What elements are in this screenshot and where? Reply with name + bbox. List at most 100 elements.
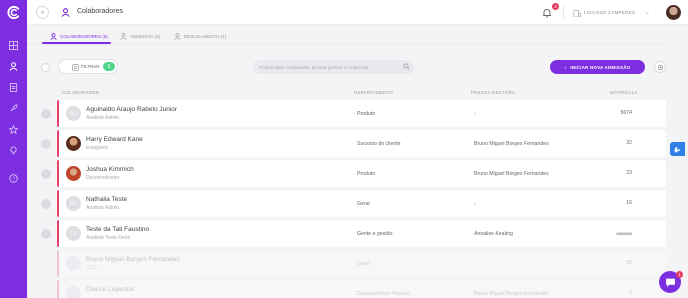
people-icon[interactable] [8,61,19,72]
registration: 8888888 [616,231,632,236]
brand-logo-icon[interactable] [6,5,21,20]
department: Produto [357,171,376,177]
search-input[interactable]: Procure pelo colaborador, pessoa gestora… [253,60,414,74]
chat-badge: 1 [676,271,683,278]
row-checkbox[interactable] [41,229,51,239]
department: Gente e gestão [357,231,393,237]
help-icon[interactable]: ? [8,173,19,184]
registration: 35 [626,260,632,266]
collaborator-role: CEO [86,265,97,271]
manager: Bruno Miguel Borges Fernandes [474,141,549,147]
sidebar: ? [0,0,27,298]
table-row[interactable]: AJ Aguinaldo Araujo Rabelo Junior Analis… [57,100,666,127]
top-bar: » Colaboradores 3 LIGA DOS CAMPEÕES ⌄ [27,0,688,25]
user-avatar[interactable] [666,5,681,20]
department: Produto [357,111,376,117]
filter-count-badge: 5 [103,62,115,71]
accessibility-button[interactable] [670,142,685,156]
building-icon [573,10,581,17]
search-placeholder: Procure pelo colaborador, pessoa gestora… [259,64,369,70]
registration: 5674 [620,110,632,116]
table-row[interactable]: TF Teste da Tati Faustino Analista Teste… [57,220,666,247]
registration: 16 [626,200,632,206]
people-icon [61,8,70,17]
divider [563,6,564,19]
chevron-right-icon: › [564,64,567,70]
column-header-pessoa-gestora[interactable]: PESSOA GESTORA [471,90,515,95]
registration: 5 [629,290,632,296]
manager: Bruno Miguel Borges Fernandes [474,171,549,177]
row-checkbox[interactable] [41,109,51,119]
page-title: Colaboradores [77,8,123,15]
manager: - [474,201,476,207]
people-icon [50,33,57,40]
collapse-sidebar-button[interactable]: » [36,6,49,19]
tab-label: COLABORADORES (5) [60,34,108,39]
row-checkbox[interactable] [41,169,51,179]
column-header-departamento[interactable]: DEPARTAMENTO [354,90,393,95]
collaborator-role: Estagiario [86,145,109,151]
collaborator-name: Clarice Lispector [86,286,135,293]
department: Geral [357,261,370,267]
collaborator-name: Nathalia Teste [86,196,128,203]
department: Geral [357,201,370,207]
avatar [66,166,81,181]
collaborator-name: Joshua Kimmich [86,166,134,173]
table-row[interactable]: Joshua Kimmich Desenvolvedor Produto Bru… [57,160,666,187]
filter-icon [72,64,79,71]
table-row[interactable]: Harry Edward Kane Estagiario Sucesso do … [57,130,666,157]
new-admission-button[interactable]: › INICIAR NOVA ADMISSÃO [550,60,645,74]
company-selector[interactable]: LIGA DOS CAMPEÕES [584,10,635,15]
select-all-checkbox[interactable] [41,63,50,72]
rocket-icon[interactable] [8,103,19,114]
collaborator-name: Bruno Miguel Borges Fernandes [86,256,180,263]
bell-icon[interactable] [541,7,553,19]
table-row[interactable]: Clarice Lispector Departamento Pessoal B… [57,280,666,298]
avatar: AJ [66,106,81,121]
department: Departamento Pessoal [357,291,410,297]
lightbulb-icon[interactable] [8,145,19,156]
search-icon[interactable] [403,63,410,70]
collaborator-name: Harry Edward Kane [86,136,143,143]
document-icon[interactable] [8,82,19,93]
avatar: TF [66,226,81,241]
collaborator-role: Analista Admin. [86,205,121,211]
new-admission-label: INICIAR NOVA ADMISSÃO [570,64,631,70]
people-icon [120,33,127,40]
tab-desligamento[interactable]: DESLIGAMENTO (1) [174,29,226,44]
registration: 32 [626,140,632,146]
avatar [66,136,81,151]
filter-label: FILTRAR [81,64,100,69]
collaborator-name: Teste da Tati Faustino [86,226,150,233]
collaborator-name: Aguinaldo Araujo Rabelo Junior [86,106,178,113]
manager: Annalise Keating [474,231,513,237]
table-row[interactable]: NT Nathalia Teste Analista Admin. Geral … [57,190,666,217]
avatar: NT [66,196,81,211]
app-root: ? » Colaboradores 3 LIGA DOS CAMPEÕES ⌄ … [0,0,688,298]
collaborator-role: Analista Admin. [86,115,121,121]
tabs-divider [27,44,667,45]
tab-label: DESLIGAMENTO (1) [184,34,227,39]
row-checkbox[interactable] [41,199,51,209]
dashboard-icon[interactable] [8,40,19,51]
column-header-matricula[interactable]: MATRÍCULA [610,90,637,95]
registration: 23 [626,170,632,176]
svg-text:?: ? [12,176,15,182]
column-header-colaborador[interactable]: COLABORADOR [62,90,99,95]
chevron-down-icon[interactable]: ⌄ [645,9,650,16]
avatar [66,286,81,298]
sign-language-icon [674,146,681,152]
collaborator-role: Analista Teste Debs [86,235,131,241]
manager: Bruno Miguel Borges Fernandes [474,291,549,297]
tab-admissao[interactable]: ADMISSÃO (6) [120,29,161,44]
chat-icon [665,278,675,287]
gear-icon[interactable] [654,61,666,73]
star-icon[interactable] [8,124,19,135]
tab-label: ADMISSÃO (6) [130,34,161,39]
people-icon [174,33,181,40]
table-row[interactable]: Bruno Miguel Borges Fernandes CEO Geral … [57,250,666,277]
collaborator-role: Desenvolvedor [86,175,120,181]
notification-badge: 3 [552,3,559,10]
department: Sucesso do cliente [357,141,401,147]
row-checkbox[interactable] [41,139,51,149]
